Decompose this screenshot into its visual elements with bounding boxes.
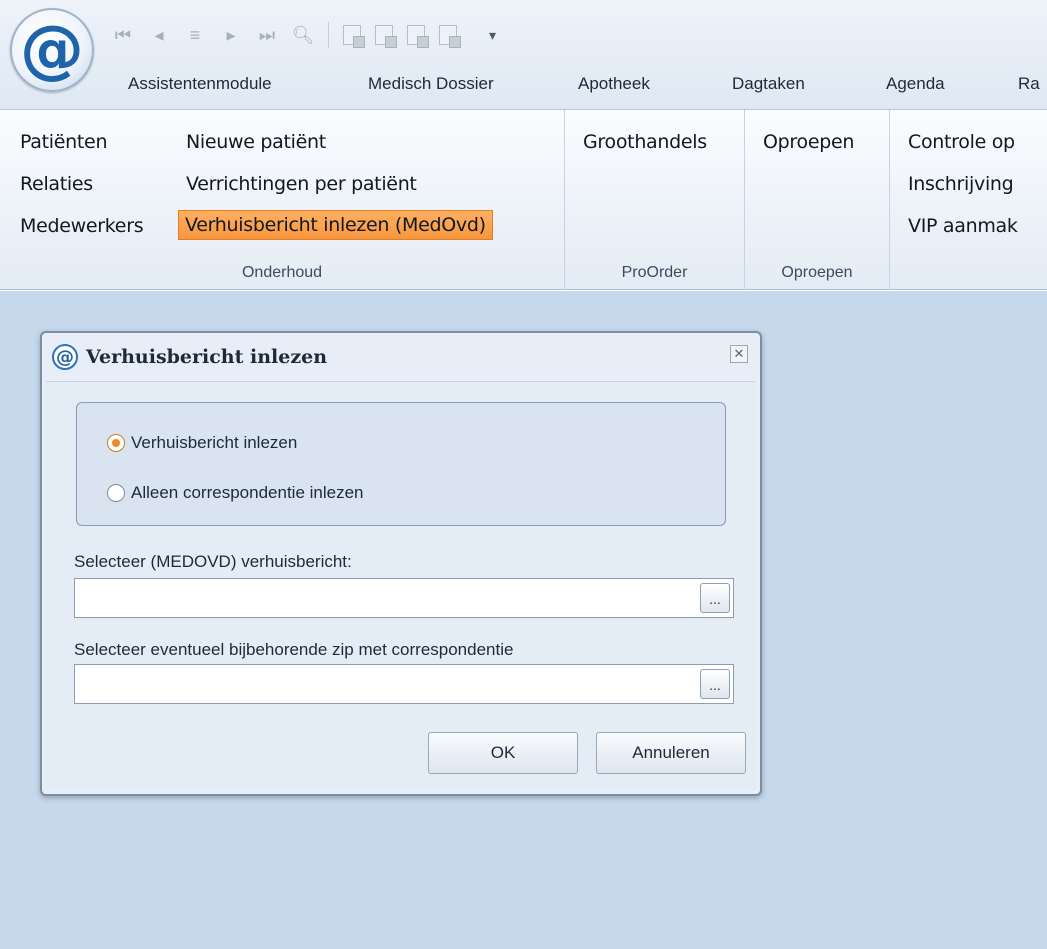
- ribbon: Patiënten Relaties Medewerkers Nieuwe pa…: [0, 110, 1047, 290]
- ribbon-group-proorder: Groothandels ProOrder: [565, 110, 745, 290]
- ribbon-item-verhuisbericht-inlezen[interactable]: Verhuisbericht inlezen (MedOvd): [178, 210, 493, 240]
- zip-file-field: ...: [74, 664, 734, 704]
- radio-label: Verhuisbericht inlezen: [131, 433, 298, 452]
- import-mode-group: Verhuisbericht inlezen Alleen correspond…: [76, 402, 726, 526]
- quick-access-toolbar: ⏮ ◂ ≡ ▸ ⏭ 🔍︎ ▾: [112, 20, 496, 50]
- browse-button-verhuisbericht[interactable]: ...: [700, 583, 730, 613]
- field-label-verhuisbericht: Selecteer (MEDOVD) verhuisbericht:: [74, 552, 352, 571]
- customize-toolbar-icon[interactable]: ▾: [489, 27, 496, 44]
- copy-icon[interactable]: [343, 25, 365, 48]
- dialog-titlebar[interactable]: @ Verhuisbericht inlezen ✕: [42, 333, 760, 381]
- document-icon[interactable]: [407, 25, 429, 48]
- verhuisbericht-input[interactable]: [75, 579, 685, 615]
- ribbon-item-patienten[interactable]: Patiënten: [14, 128, 113, 156]
- ribbon-item-groothandels[interactable]: Groothandels: [577, 128, 713, 156]
- option-correspondentie[interactable]: Alleen correspondentie inlezen: [107, 483, 364, 503]
- zip-input[interactable]: [75, 665, 685, 701]
- ribbon-group-onderhoud: Patiënten Relaties Medewerkers Nieuwe pa…: [0, 110, 565, 290]
- radio-correspondentie[interactable]: [107, 484, 125, 502]
- ribbon-item-medewerkers[interactable]: Medewerkers: [14, 212, 149, 240]
- top-bar: @ ⏮ ◂ ≡ ▸ ⏭ 🔍︎ ▾ Assistentenmodule Medis…: [0, 0, 1047, 110]
- ribbon-item-relaties[interactable]: Relaties: [14, 170, 99, 198]
- verhuisbericht-dialog: @ Verhuisbericht inlezen ✕ Verhuisberich…: [40, 331, 762, 796]
- tab-apotheek[interactable]: Apotheek: [578, 74, 650, 94]
- group-label-oproepen: Oproepen: [781, 264, 853, 281]
- ribbon-group-oproepen: Oproepen Oproepen: [745, 110, 890, 290]
- radio-label: Alleen correspondentie inlezen: [131, 483, 364, 502]
- tab-assistentenmodule[interactable]: Assistentenmodule: [128, 74, 272, 94]
- dialog-body: Verhuisbericht inlezen Alleen correspond…: [46, 381, 756, 790]
- ribbon-item-oproepen[interactable]: Oproepen: [757, 128, 860, 156]
- ribbon-item-verrichtingen[interactable]: Verrichtingen per patiënt: [180, 170, 423, 198]
- close-icon[interactable]: ✕: [730, 345, 748, 363]
- next-record-icon[interactable]: ▸: [220, 24, 242, 46]
- print-icon[interactable]: [439, 25, 461, 48]
- ribbon-group-extra: Controle op Inschrijving VIP aanmak: [890, 110, 1047, 290]
- ribbon-item-inschrijving[interactable]: Inschrijving: [902, 170, 1019, 198]
- previous-record-icon[interactable]: ◂: [148, 24, 170, 46]
- ribbon-item-nieuwe-patient[interactable]: Nieuwe patiënt: [180, 128, 332, 156]
- delete-icon[interactable]: [375, 25, 397, 48]
- ribbon-item-controle[interactable]: Controle op: [902, 128, 1021, 156]
- field-label-zip: Selecteer eventueel bijbehorende zip met…: [74, 640, 514, 659]
- cancel-button[interactable]: Annuleren: [596, 732, 746, 774]
- search-icon[interactable]: 🔍︎: [292, 24, 315, 46]
- tab-ra[interactable]: Ra: [1018, 74, 1040, 94]
- browse-button-zip[interactable]: ...: [700, 669, 730, 699]
- tab-agenda[interactable]: Agenda: [886, 74, 945, 94]
- toolbar-separator: [328, 22, 329, 48]
- ribbon-tabs: Assistentenmodule Medisch Dossier Apothe…: [0, 68, 1047, 108]
- radio-verhuisbericht[interactable]: [107, 434, 125, 452]
- list-icon[interactable]: ≡: [184, 24, 206, 46]
- last-record-icon[interactable]: ⏭: [256, 24, 278, 46]
- at-sign-icon: @: [52, 344, 78, 370]
- ok-button[interactable]: OK: [428, 732, 578, 774]
- group-label-onderhoud: Onderhoud: [241, 264, 323, 281]
- option-verhuisbericht[interactable]: Verhuisbericht inlezen: [107, 433, 297, 453]
- verhuisbericht-file-field: ...: [74, 578, 734, 618]
- tab-dagtaken[interactable]: Dagtaken: [732, 74, 805, 94]
- ribbon-item-vip-aanmaken[interactable]: VIP aanmak: [902, 212, 1024, 240]
- first-record-icon[interactable]: ⏮: [112, 24, 134, 46]
- tab-medisch-dossier[interactable]: Medisch Dossier: [368, 74, 494, 94]
- group-label-proorder: ProOrder: [621, 264, 688, 281]
- dialog-title: Verhuisbericht inlezen: [86, 346, 328, 368]
